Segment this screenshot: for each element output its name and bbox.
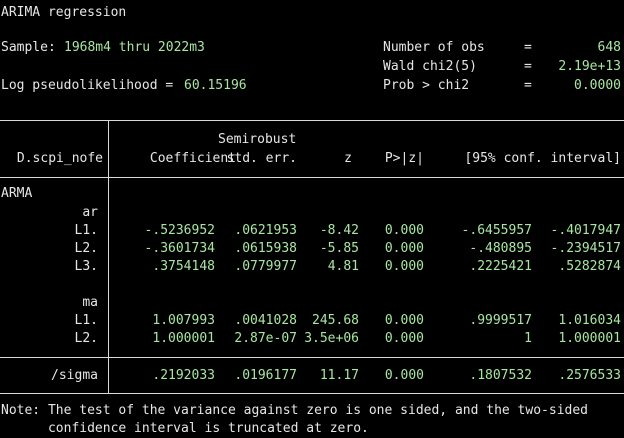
cell-se: .0779977 xyxy=(234,259,297,274)
header-coefficient: Coefficient xyxy=(149,151,236,166)
cell-se: .0621953 xyxy=(234,223,297,238)
table-column-divider xyxy=(108,120,109,394)
stat-wald-value: 2.19e+13 xyxy=(558,59,621,74)
cell-ci-lower: -.480895 xyxy=(469,241,532,256)
cell-se: .0196177 xyxy=(234,368,297,383)
cell-p: 0.000 xyxy=(384,331,424,346)
sample-value: 1968m4 thru 2022m3 xyxy=(64,40,205,55)
cell-ci-upper: 1.000001 xyxy=(558,331,621,346)
row-label: L3. xyxy=(74,259,98,274)
cell-ci-lower: .9999517 xyxy=(469,313,532,328)
sub-label-ar: ar xyxy=(82,205,98,220)
table-bottom-rule xyxy=(0,393,624,394)
cell-z: 4.81 xyxy=(327,259,359,274)
cell-coef: 1.000001 xyxy=(152,331,215,346)
stat-wald-label: Wald chi2(5) xyxy=(383,59,477,74)
cell-ci-upper: .2576533 xyxy=(558,368,621,383)
note-line-1: Note: The test of the variance against z… xyxy=(1,403,588,418)
header-std-err: std. err. xyxy=(226,151,297,166)
stat-prob-value: 0.0000 xyxy=(574,78,621,93)
header-conf-interval: [95% conf. interval] xyxy=(464,151,621,166)
header-p: P>|z| xyxy=(384,151,424,166)
cell-ci-lower: .1807532 xyxy=(469,368,532,383)
cell-ci-lower: 1 xyxy=(524,331,532,346)
stat-nobs-label: Number of obs xyxy=(383,40,485,55)
cell-z: -8.42 xyxy=(319,223,359,238)
cell-coef: .2192033 xyxy=(152,368,215,383)
row-label: L2. xyxy=(74,241,98,256)
cell-se: .0615938 xyxy=(234,241,297,256)
cell-p: 0.000 xyxy=(384,223,424,238)
header-z: z xyxy=(344,151,352,166)
cell-z: 3.5e+06 xyxy=(304,331,359,346)
stat-nobs-value: 648 xyxy=(597,40,621,55)
cell-coef: 1.007993 xyxy=(152,313,215,328)
table-header-rule xyxy=(0,177,624,178)
cell-z: 245.68 xyxy=(312,313,359,328)
stat-wald-eq: = xyxy=(524,59,532,74)
cell-coef: -.3601734 xyxy=(144,241,215,256)
log-pseudolikelihood-label: Log pseudolikelihood = xyxy=(1,78,174,93)
sample-label: Sample: xyxy=(1,40,56,55)
table-sigma-rule xyxy=(0,357,624,358)
header-semirobust: Semirobust xyxy=(218,132,297,147)
cell-ci-upper: 1.016034 xyxy=(558,313,621,328)
row-label: L2. xyxy=(74,331,98,346)
log-pseudolikelihood-value: 60.15196 xyxy=(184,78,247,93)
cell-se: .0041028 xyxy=(234,313,297,328)
note-line-2: confidence interval is truncated at zero… xyxy=(1,421,369,436)
cell-z: -5.85 xyxy=(319,241,359,256)
cell-ci-upper: .5282874 xyxy=(558,259,621,274)
sub-label-ma: ma xyxy=(82,295,98,310)
output-title: ARIMA regression xyxy=(1,5,127,20)
header-depvar: D.scpi_nofe xyxy=(16,151,103,166)
row-label: L1. xyxy=(74,223,98,238)
row-label-sigma: /sigma xyxy=(51,368,98,383)
cell-ci-upper: -.2394517 xyxy=(550,241,621,256)
stat-nobs-eq: = xyxy=(524,40,532,55)
cell-p: 0.000 xyxy=(384,259,424,274)
cell-p: 0.000 xyxy=(384,241,424,256)
cell-se: 2.87e-07 xyxy=(234,331,297,346)
cell-p: 0.000 xyxy=(384,313,424,328)
cell-coef: .3754148 xyxy=(152,259,215,274)
table-top-rule xyxy=(0,120,624,121)
row-label: L1. xyxy=(74,313,98,328)
stat-prob-eq: = xyxy=(524,78,532,93)
cell-ci-lower: -.6455957 xyxy=(461,223,532,238)
cell-coef: -.5236952 xyxy=(144,223,215,238)
group-label-arma: ARMA xyxy=(1,186,33,201)
stat-prob-label: Prob > chi2 xyxy=(383,78,470,93)
cell-ci-upper: -.4017947 xyxy=(550,223,621,238)
cell-z: 11.17 xyxy=(319,368,359,383)
cell-p: 0.000 xyxy=(384,368,424,383)
cell-ci-lower: .2225421 xyxy=(469,259,532,274)
